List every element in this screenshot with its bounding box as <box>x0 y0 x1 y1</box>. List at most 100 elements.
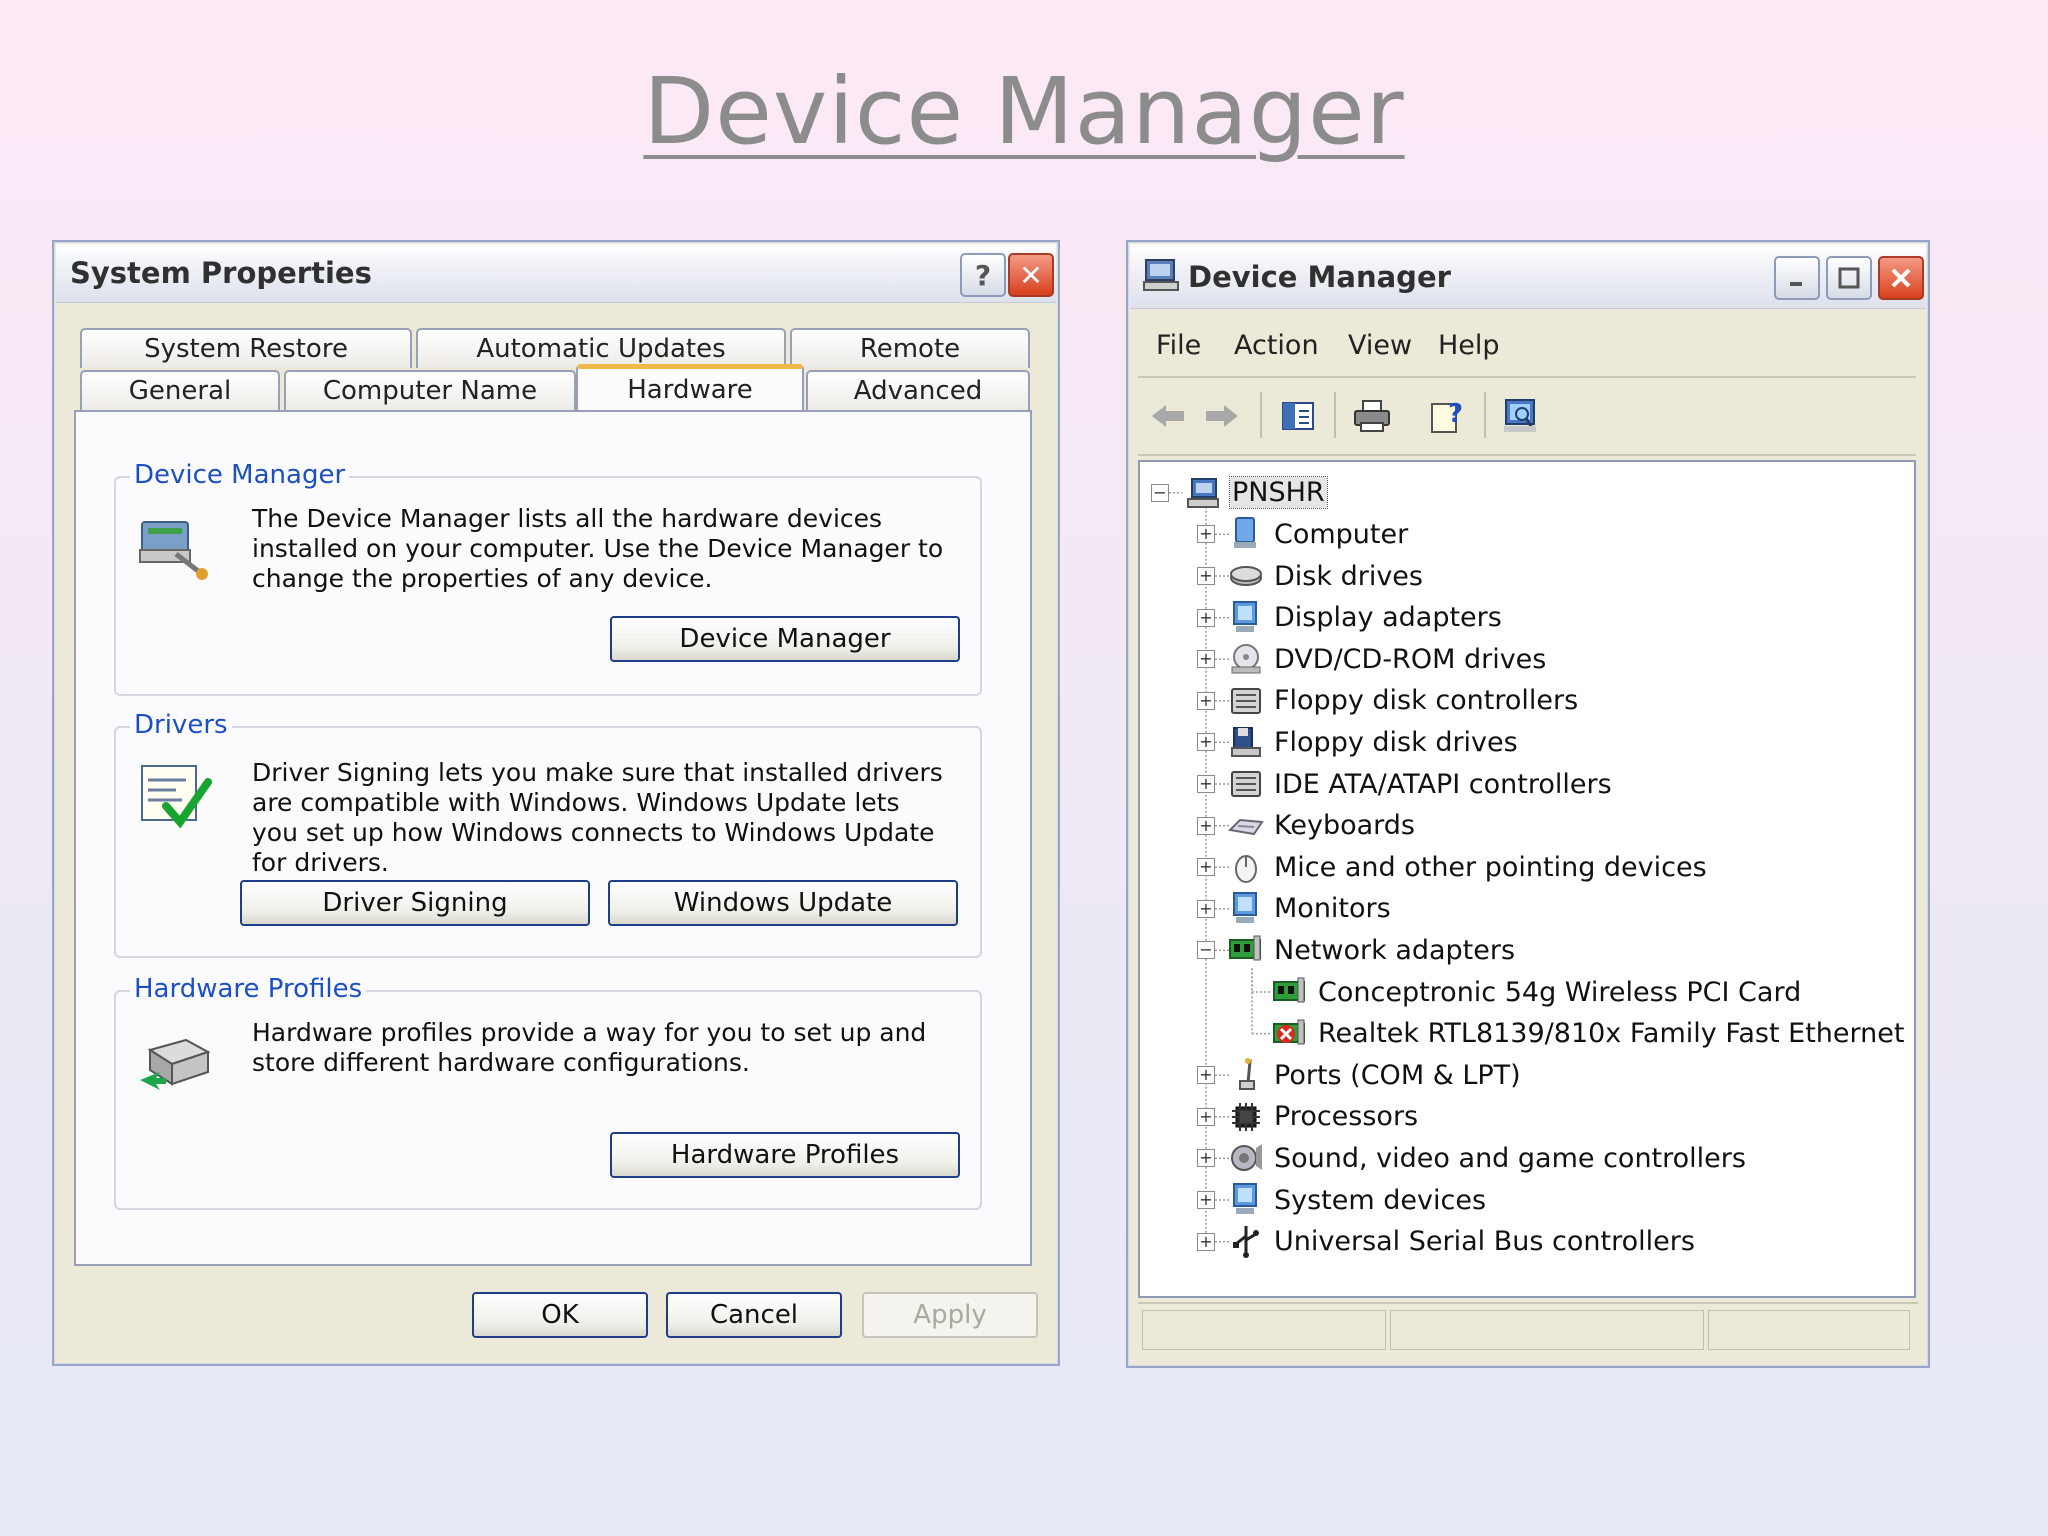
close-icon: ✕ <box>1019 258 1043 292</box>
minimize-button[interactable] <box>1774 256 1820 300</box>
properties-help-icon[interactable]: ? <box>1426 396 1466 436</box>
group-label: Drivers <box>130 710 232 740</box>
status-pane <box>1708 1310 1910 1350</box>
expand-toggle[interactable]: + <box>1197 525 1215 544</box>
close-button[interactable] <box>1878 256 1924 300</box>
monitor-icon <box>1228 891 1264 927</box>
tree-node-label: IDE ATA/ATAPI controllers <box>1274 768 1612 800</box>
apply-button[interactable]: Apply <box>862 1292 1038 1338</box>
expand-toggle[interactable]: + <box>1197 608 1215 627</box>
root-computer-icon <box>1184 475 1220 511</box>
collapse-toggle[interactable]: − <box>1151 483 1169 502</box>
help-button[interactable]: ? <box>960 253 1006 297</box>
tab-advanced[interactable]: Advanced <box>806 370 1030 410</box>
status-pane <box>1390 1310 1704 1350</box>
tree-node-label: Floppy disk drives <box>1274 726 1518 758</box>
system-properties-titlebar[interactable]: System Properties ? ✕ <box>56 244 1056 303</box>
windows-update-button[interactable]: Windows Update <box>608 880 958 926</box>
scan-hardware-icon[interactable] <box>1500 396 1540 436</box>
back-arrow-icon[interactable] <box>1148 396 1188 436</box>
hardware-profiles-button[interactable]: Hardware Profiles <box>610 1132 960 1178</box>
computer-icon <box>1143 259 1179 291</box>
tree-category-system-devices[interactable]: System devices <box>1228 1180 1486 1220</box>
tab-remote[interactable]: Remote <box>790 328 1030 368</box>
tree-category-floppy-disk-controllers[interactable]: Floppy disk controllers <box>1228 681 1578 721</box>
expand-toggle[interactable]: + <box>1197 691 1215 710</box>
tab-system-restore[interactable]: System Restore <box>80 328 412 368</box>
tree-node-label: Monitors <box>1274 893 1391 925</box>
tree-node-label: Realtek RTL8139/810x Family Fast Etherne… <box>1318 1018 1916 1050</box>
tree-category-floppy-disk-drives[interactable]: Floppy disk drives <box>1228 722 1518 762</box>
toolbar-separator <box>1484 392 1486 438</box>
display-adapter-icon <box>1228 600 1264 636</box>
expand-toggle[interactable]: + <box>1197 775 1215 793</box>
tree-category-network-adapters[interactable]: Network adapters <box>1228 930 1515 970</box>
tree-category-universal-serial-bus-controllers[interactable]: Universal Serial Bus controllers <box>1228 1222 1695 1262</box>
maximize-button[interactable] <box>1826 256 1872 300</box>
close-button[interactable]: ✕ <box>1008 253 1054 297</box>
menu-file[interactable]: File <box>1156 330 1201 361</box>
tree-node-label: Universal Serial Bus controllers <box>1274 1226 1695 1258</box>
ok-button[interactable]: OK <box>472 1292 648 1338</box>
expand-toggle[interactable]: + <box>1197 1107 1215 1126</box>
network-card-icon <box>1272 974 1308 1010</box>
tree-node-label: Ports (COM & LPT) <box>1274 1059 1521 1091</box>
tree-category-sound-video-and-game-controllers[interactable]: Sound, video and game controllers <box>1228 1138 1746 1178</box>
driver-signing-icon <box>141 765 212 829</box>
expand-toggle[interactable]: + <box>1197 1066 1215 1085</box>
help-icon: ? <box>974 258 992 292</box>
sound-icon <box>1228 1140 1264 1176</box>
tab-general[interactable]: General <box>80 370 280 410</box>
close-icon <box>1891 268 1911 288</box>
tab-automatic-updates[interactable]: Automatic Updates <box>416 328 786 368</box>
tree-category-ports-com-lpt-[interactable]: Ports (COM & LPT) <box>1228 1055 1521 1095</box>
tree-node-label: PNSHR <box>1229 476 1328 510</box>
expand-toggle[interactable]: + <box>1197 899 1215 918</box>
tree-device-1[interactable]: Realtek RTL8139/810x Family Fast Etherne… <box>1272 1014 1916 1054</box>
tree-category-monitors[interactable]: Monitors <box>1228 889 1391 929</box>
minimize-icon <box>1790 282 1802 286</box>
expand-toggle[interactable]: + <box>1197 1191 1215 1209</box>
expand-toggle[interactable]: + <box>1197 733 1215 752</box>
tree-node-label: Display adapters <box>1274 602 1502 634</box>
tree-node-label: Computer <box>1274 518 1409 550</box>
device-manager-window: Device Manager File Action View Help ? −… <box>1126 240 1930 1368</box>
device-manager-titlebar[interactable]: Device Manager <box>1130 244 1926 309</box>
window-title: Device Manager <box>1188 260 1451 294</box>
tree-category-display-adapters[interactable]: Display adapters <box>1228 598 1502 638</box>
tree-device-0[interactable]: Conceptronic 54g Wireless PCI Card <box>1272 972 1801 1012</box>
print-icon[interactable] <box>1352 396 1392 436</box>
cdrom-icon <box>1228 641 1264 677</box>
device-tree[interactable]: − PNSHR + Computer + Disk drives + Display adap… <box>1138 460 1916 1298</box>
menu-view[interactable]: View <box>1348 330 1412 361</box>
expand-toggle[interactable]: + <box>1197 858 1215 877</box>
port-icon <box>1228 1057 1264 1093</box>
maximize-icon <box>1838 267 1860 289</box>
tree-category-processors[interactable]: Processors <box>1228 1097 1418 1137</box>
tab-hardware[interactable]: Hardware <box>576 364 804 410</box>
show-hide-console-tree-icon[interactable] <box>1278 396 1318 436</box>
tree-node-label: Disk drives <box>1274 560 1423 592</box>
tree-root-pnshr[interactable]: PNSHR <box>1184 473 1328 513</box>
tree-category-ide-ata-atapi-controllers[interactable]: IDE ATA/ATAPI controllers <box>1228 764 1612 804</box>
menu-action[interactable]: Action <box>1234 330 1319 361</box>
usb-icon <box>1228 1224 1264 1260</box>
menu-help[interactable]: Help <box>1438 330 1500 361</box>
expand-toggle[interactable]: + <box>1197 567 1215 585</box>
collapse-toggle[interactable]: − <box>1197 941 1215 960</box>
cancel-button[interactable]: Cancel <box>666 1292 842 1338</box>
tree-category-dvd-cd-rom-drives[interactable]: DVD/CD-ROM drives <box>1228 639 1546 679</box>
tab-computer-name[interactable]: Computer Name <box>284 370 576 410</box>
tree-category-disk-drives[interactable]: Disk drives <box>1228 556 1423 596</box>
tree-category-mice-and-other-pointing-devices[interactable]: Mice and other pointing devices <box>1228 847 1707 887</box>
forward-arrow-icon[interactable] <box>1202 396 1242 436</box>
tree-category-keyboards[interactable]: Keyboards <box>1228 806 1415 846</box>
expand-toggle[interactable]: + <box>1197 650 1215 669</box>
tree-node-label: Sound, video and game controllers <box>1274 1142 1746 1174</box>
tree-category-computer[interactable]: Computer <box>1228 514 1408 554</box>
device-manager-button[interactable]: Device Manager <box>610 616 960 662</box>
driver-signing-button[interactable]: Driver Signing <box>240 880 590 926</box>
expand-toggle[interactable]: + <box>1197 1149 1215 1168</box>
expand-toggle[interactable]: + <box>1197 1232 1215 1251</box>
expand-toggle[interactable]: + <box>1197 816 1215 835</box>
